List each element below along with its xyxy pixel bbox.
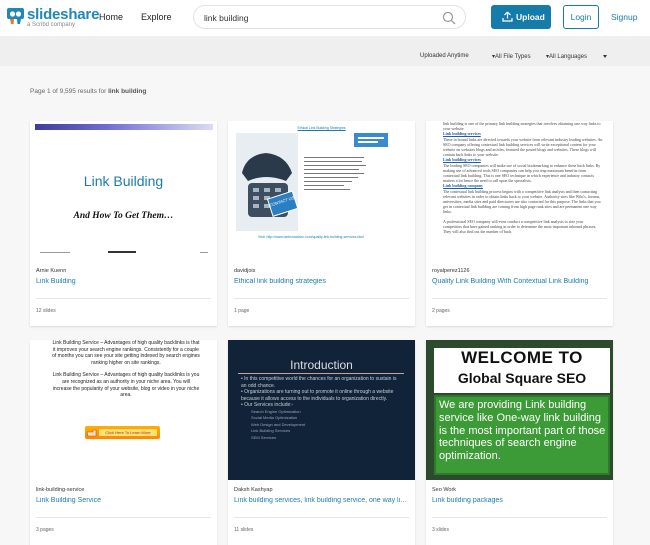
doc-paragraph: These in bound links are directed toward… — [443, 136, 603, 158]
card-slide-count: 1 page — [234, 308, 250, 314]
filter-languages[interactable]: ▾All Languages — [546, 53, 587, 60]
result-card-5[interactable]: Introduction • In this competitive world… — [228, 340, 415, 545]
results-count: Page 1 of 9,595 results for link buildin… — [30, 88, 146, 95]
filter-bar: Uploaded Anytime ▾All File Types ▾All La… — [0, 36, 650, 66]
slide-welcome: WELCOME TO — [461, 348, 583, 367]
card-slide-count: 2 pages — [432, 308, 450, 314]
slide-title: Introduction — [290, 358, 353, 372]
service-item: SEM Services — [251, 434, 277, 440]
bullet-text: Our Services include:- — [244, 402, 294, 408]
card-thumbnail[interactable]: Ethical Link Building Strategies CONTACT… — [228, 121, 415, 261]
top-header: slideshare a Scribd company Home Explore… — [0, 0, 650, 36]
doc-text-lines — [304, 133, 388, 190]
signup-link[interactable]: Signup — [611, 12, 637, 22]
doc-paragraph: link building is one of the primary link… — [443, 121, 601, 132]
doc-paragraph: The leading SEO companies will make use … — [443, 162, 601, 184]
filter-uploaded[interactable]: Uploaded Anytime — [420, 53, 469, 59]
card-author[interactable]: davidjois — [234, 268, 255, 274]
result-card-3[interactable]: link building is one of the primary link… — [426, 121, 613, 326]
learn-more-text: Click Here To Learn More — [105, 430, 151, 435]
dropdown-caret-icon[interactable] — [603, 55, 607, 58]
pointing-hand-icon — [86, 429, 97, 437]
bullet-text: In this competitive world the chances fo… — [241, 376, 397, 389]
card-divider — [432, 517, 607, 518]
card-thumbnail[interactable]: link building is one of the primary link… — [426, 121, 613, 261]
search-icon[interactable] — [442, 11, 456, 25]
results-prefix: Page 1 of 9,595 results for — [30, 88, 109, 95]
upload-button[interactable]: Upload — [491, 5, 551, 29]
results-area: Page 1 of 9,595 results for link buildin… — [0, 66, 650, 545]
bullet-text: Organizations are turning out to promote… — [241, 389, 394, 402]
slide-divider — [238, 373, 404, 374]
search-box — [193, 5, 466, 29]
slide-bullet: • In this competitive world the chances … — [241, 376, 397, 389]
card-title[interactable]: Link building packages — [432, 497, 608, 504]
card-title[interactable]: Quality Link Building With Contextual Li… — [432, 278, 608, 285]
slide-decor-bar — [35, 124, 213, 130]
doc-text: link building is one of the primary link… — [443, 121, 603, 234]
learn-more-box: Click Here To Learn More — [99, 429, 157, 436]
slide-brand: Global Square SEO — [457, 370, 587, 386]
doc-header: Ethical Link Building Strategies — [297, 126, 346, 130]
card-slide-count: 3 pages — [36, 527, 54, 533]
filter-file-types-label: All File Types — [495, 54, 531, 60]
doc-footer-link: Visit: http://www.webcrowdsrc.com/qualit… — [258, 235, 364, 239]
nav-home[interactable]: Home — [99, 12, 123, 22]
card-title[interactable]: Link Building — [36, 278, 212, 285]
card-author[interactable]: Seo Work — [432, 487, 456, 493]
doc-paragraph: Link Building Service – Advantages of hi… — [52, 340, 200, 366]
card-divider — [36, 298, 211, 299]
card-author[interactable]: Arnie Kuenn — [36, 268, 66, 274]
card-thumbnail[interactable]: WELCOME TO Global Square SEO We are prov… — [426, 340, 613, 480]
slide-body: • In this competitive world the chances … — [241, 376, 401, 441]
card-title[interactable]: Ethical link building strategies — [234, 278, 410, 285]
card-slide-count: 11 slides — [234, 527, 254, 533]
card-divider — [234, 298, 409, 299]
card-thumbnail[interactable]: Introduction • In this competitive world… — [228, 340, 415, 480]
doc-paragraph: Link Building Service – Advantages of hi… — [52, 372, 200, 399]
doc-text: Link Building Service – Advantages of hi… — [52, 340, 200, 399]
upload-label: Upload — [516, 12, 545, 22]
card-author[interactable]: link-building-service — [36, 487, 84, 493]
slide-body: We are providing Link building service l… — [439, 399, 606, 463]
learn-more-banner: Click Here To Learn More — [85, 426, 160, 439]
slide-title: Link Building — [83, 173, 164, 189]
slideshare-logo-icon — [7, 8, 24, 24]
result-card-4[interactable]: Link Building Service – Advantages of hi… — [30, 340, 217, 545]
card-divider — [432, 298, 607, 299]
result-card-6[interactable]: WELCOME TO Global Square SEO We are prov… — [426, 340, 613, 545]
card-slide-count: 3 slides — [432, 527, 449, 533]
result-card-2[interactable]: Ethical Link Building Strategies CONTACT… — [228, 121, 415, 326]
slide-green-box: We are providing Link building service l… — [434, 395, 610, 475]
card-title[interactable]: Link Building Service — [36, 497, 212, 504]
filter-file-types[interactable]: ▾All File Types — [492, 53, 531, 60]
filter-languages-label: All Languages — [549, 54, 588, 60]
card-divider — [234, 517, 409, 518]
doc-paragraph: A professional SEO company will even con… — [443, 218, 597, 235]
slide-header-box: WELCOME TO Global Square SEO — [434, 348, 610, 393]
login-button[interactable]: Login — [563, 5, 599, 29]
slide-bullet: • Organizations are turning out to promo… — [241, 389, 394, 402]
card-author[interactable]: Daksh Kashyap — [234, 487, 273, 493]
card-author[interactable]: royalperez1126 — [432, 268, 470, 274]
upload-icon — [502, 11, 513, 22]
logo-text: slideshare — [27, 6, 100, 23]
nav-explore[interactable]: Explore — [141, 12, 172, 22]
card-divider — [36, 517, 211, 518]
doc-paragraph: The contextual link building process beg… — [443, 188, 601, 215]
card-slide-count: 12 slides — [36, 308, 56, 314]
logo-subtitle: a Scribd company — [27, 22, 76, 28]
slide-subtitle: And How To Get Them… — [73, 211, 174, 221]
telephone-image: CONTACT US — [236, 133, 298, 231]
card-thumbnail[interactable]: Link Building And How To Get Them… — [30, 121, 217, 261]
slideshare-logo[interactable]: slideshare a Scribd company — [7, 6, 100, 30]
result-card-1[interactable]: Link Building And How To Get Them… Arnie… — [30, 121, 217, 326]
results-query: link building — [108, 88, 147, 95]
card-title[interactable]: Link building services, link building se… — [234, 497, 410, 504]
slide-footer-decor — [40, 251, 208, 253]
search-input[interactable] — [204, 11, 434, 24]
card-thumbnail[interactable]: Link Building Service – Advantages of hi… — [30, 340, 217, 480]
